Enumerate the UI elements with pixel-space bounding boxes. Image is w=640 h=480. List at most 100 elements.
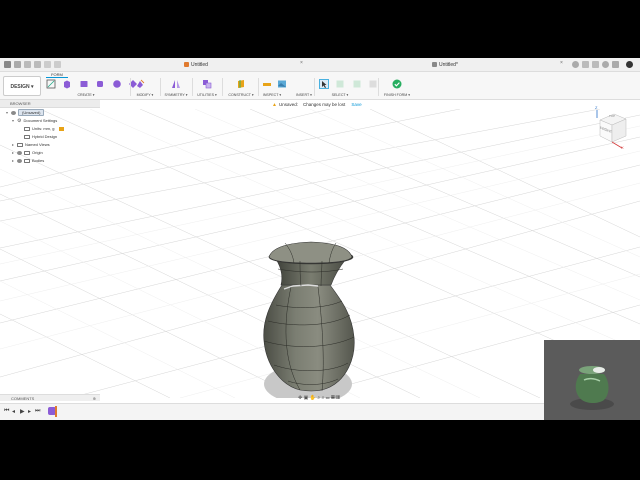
insert-group: INSERT ▾ (278, 78, 312, 98)
tree-item-named-views[interactable]: ▸ Named Views (12, 141, 50, 149)
display-settings-icon[interactable]: ▭ (326, 395, 330, 401)
render-preview (544, 340, 640, 420)
navigation-bar: ✥ ▣ ✋ ⌕ ⌕ ▭ ▦ ▥ (278, 394, 360, 402)
modify-menu[interactable]: MODIFY ▾ (134, 93, 156, 97)
vase-body[interactable] (263, 241, 355, 392)
folder-icon (17, 142, 23, 147)
tree-root[interactable]: ▾ (Unsaved) (6, 109, 45, 117)
tree-item-units[interactable]: Units: mm, g (24, 125, 64, 133)
close-icon[interactable]: × (300, 60, 303, 66)
insert-image-icon[interactable] (277, 79, 287, 89)
unsaved-warning: ▲ Unsaved: Changes may be lost Save (272, 102, 362, 108)
step-back-icon[interactable]: ◂ (12, 408, 15, 415)
expand-icon[interactable]: ⊕ (93, 395, 96, 402)
browser-header[interactable]: BROWSER (0, 100, 100, 108)
utilities-icon[interactable] (202, 79, 212, 89)
look-at-icon[interactable]: ▣ (304, 395, 309, 401)
document-tab-left[interactable]: Untitled (184, 60, 208, 70)
settings-icon[interactable] (612, 61, 619, 68)
avatar[interactable] (626, 61, 633, 68)
comments-panel[interactable]: COMMENTS ⊕ (0, 394, 100, 401)
render-preview-image (544, 340, 640, 420)
orbit-icon[interactable]: ✥ (298, 395, 302, 401)
app-window: Untitled × Untitled* × DESIGN ▾ FORM CRE… (0, 58, 640, 420)
box-icon[interactable] (62, 79, 72, 89)
pan-icon[interactable]: ✋ (310, 395, 316, 401)
warning-icon: ▲ (272, 102, 277, 108)
grid-settings-icon[interactable]: ▦ (331, 395, 335, 401)
save-icon[interactable] (34, 61, 41, 68)
sketch-icon[interactable] (46, 79, 56, 89)
close-icon[interactable]: × (560, 60, 563, 66)
tree-item-bodies[interactable]: ▸ Bodies (12, 157, 44, 165)
tree-item-document-settings[interactable]: ▾ ⚙ Document Settings (12, 117, 57, 125)
divider (130, 78, 131, 96)
symmetry-icon[interactable] (171, 79, 181, 89)
redo-icon[interactable] (54, 61, 61, 68)
sphere-icon[interactable] (112, 79, 122, 89)
document-icon (184, 62, 189, 68)
app-menu-icon[interactable] (4, 61, 11, 68)
tree-item-origin[interactable]: ▸ Origin (12, 149, 43, 157)
finish-form-icon[interactable] (392, 79, 402, 89)
file-icon[interactable] (24, 61, 31, 68)
new-tab-icon[interactable] (572, 61, 579, 68)
divider (222, 78, 223, 96)
document-tab-right[interactable]: Untitled* (432, 60, 458, 70)
viewports-icon[interactable]: ▥ (336, 395, 340, 401)
gear-icon: ⚙ (17, 118, 22, 124)
construct-group: CONSTRUCT ▾ (226, 78, 256, 98)
select-filter-icon[interactable] (368, 79, 378, 89)
toolbar-ribbon: DESIGN ▾ FORM CREATE ▾ MODIFY ▾ SYMMETRY… (0, 72, 640, 100)
divider (160, 78, 161, 96)
step-forward-icon[interactable]: ▸ (28, 408, 31, 415)
axis-x-label: X (621, 145, 624, 150)
eye-icon[interactable] (17, 150, 22, 155)
select-group: SELECT ▾ (318, 78, 377, 98)
axis-z-label: Z (595, 105, 598, 110)
eye-icon[interactable] (17, 158, 22, 163)
symmetry-group: SYMMETRY ▾ (163, 78, 189, 98)
root-component[interactable]: (Unsaved) (18, 109, 45, 116)
divider (192, 78, 193, 96)
workspace-switcher[interactable]: DESIGN ▾ (3, 76, 41, 96)
notifications-icon[interactable] (592, 61, 599, 68)
go-to-start-icon[interactable]: ⏮ (4, 408, 9, 415)
browser-panel: BROWSER ▾ (Unsaved) ▾ ⚙ Document Settings U… (0, 100, 100, 200)
zoom-icon[interactable]: ⌕ (317, 395, 320, 401)
finish-form-menu[interactable]: FINISH FORM ▾ (380, 93, 414, 97)
eye-icon[interactable] (11, 110, 16, 115)
timeline-marker[interactable] (55, 406, 57, 417)
inspect-menu[interactable]: INSPECT ▾ (260, 93, 284, 97)
select-icon[interactable] (319, 79, 329, 89)
grid-icon[interactable] (14, 61, 21, 68)
edit-units-icon[interactable] (58, 126, 64, 131)
undo-icon[interactable] (44, 61, 51, 68)
select-menu[interactable]: SELECT ▾ (312, 93, 368, 97)
tree-item-hybrid-design[interactable]: Hybrid Design (24, 133, 57, 141)
measure-icon[interactable] (262, 79, 272, 89)
cylinder-icon[interactable] (95, 79, 105, 89)
edit-form-icon[interactable] (135, 79, 145, 89)
construct-menu[interactable]: CONSTRUCT ▾ (226, 93, 256, 97)
view-cube[interactable]: TOP FRONT Z X (592, 105, 632, 152)
select-window-icon[interactable] (335, 79, 345, 89)
utilities-group: UTILITIES ▾ (195, 78, 219, 98)
select-paint-icon[interactable] (352, 79, 362, 89)
view-cube-top[interactable]: TOP (609, 114, 615, 118)
symmetry-menu[interactable]: SYMMETRY ▾ (163, 93, 189, 97)
go-to-end-icon[interactable]: ⏭ (35, 408, 40, 415)
create-menu[interactable]: CREATE ▾ (45, 93, 127, 97)
design-type-icon (24, 134, 30, 139)
play-icon[interactable]: ▶ (20, 408, 25, 415)
create-group: CREATE ▾ (45, 78, 138, 98)
jobs-icon[interactable] (582, 61, 589, 68)
save-link[interactable]: Save (351, 102, 361, 107)
divider (378, 78, 379, 96)
plane-icon[interactable] (79, 79, 89, 89)
document-icon (432, 62, 437, 68)
help-icon[interactable] (602, 61, 609, 68)
fit-icon[interactable]: ⌕ (322, 395, 325, 401)
utilities-menu[interactable]: UTILITIES ▾ (195, 93, 219, 97)
construct-plane-icon[interactable] (236, 79, 246, 89)
